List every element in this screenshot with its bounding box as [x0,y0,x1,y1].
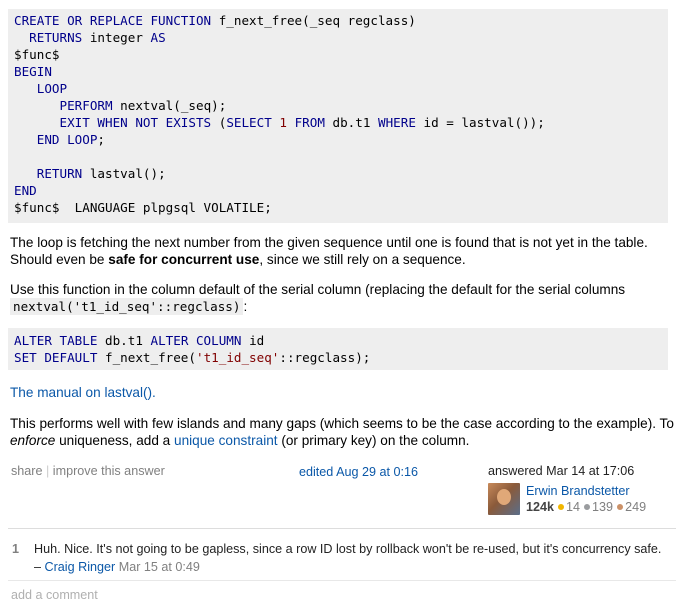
code-text: $func$ LANGUAGE plpgsql VOLATILE; [14,200,272,215]
code-text: f_next_free(_seq regclass) [211,13,416,28]
code-block-alter: ALTER TABLE db.t1 ALTER COLUMN id SET DE… [8,328,668,370]
user-name-link[interactable]: Erwin Brandstetter [526,484,630,498]
gold-badge-icon [558,504,565,511]
comment-time: Mar 15 at 0:49 [118,560,200,574]
manual-link[interactable]: The manual on lastval(). [10,385,156,400]
code-text: integer [82,30,151,45]
code-number: 1 [279,115,287,130]
code-keyword: AS [150,30,166,45]
code-text: id [241,333,265,348]
code-block-function: CREATE OR REPLACE FUNCTION f_next_free(_… [8,9,668,223]
answer-paragraph-loop: The loop is fetching the next number fro… [10,234,678,268]
code-keyword: RETURN [14,166,83,181]
bronze-badge-icon [617,504,624,511]
code-keyword: ALTER COLUMN [150,333,242,348]
para-text: (or primary key) on the column. [277,433,470,448]
code-text: nextval(_seq); [112,98,227,113]
code-text: f_next_free( [97,350,196,365]
silver-badge-icon [584,504,591,511]
comment-user-link[interactable]: Craig Ringer [45,560,116,574]
answer-paragraph-usage: Use this function in the column default … [10,281,678,315]
share-link[interactable]: share [11,464,43,478]
reputation-row: 124k 14 139 249 [526,500,646,514]
para-text: : [243,299,248,314]
code-keyword: EXIT WHEN NOT EXISTS [14,115,212,130]
reputation-score: 124k [526,500,555,514]
post-menu: share | improve this answer [11,464,165,478]
inline-code: nextval('t1_id_seq'::regclass) [10,298,244,315]
user-signature: answered Mar 14 at 17:06 Erwin Brandstet… [488,464,678,515]
code-keyword: FROM [294,115,325,130]
silver-badge-count: 139 [592,500,614,514]
answer-paragraph-performance: This performs well with few islands and … [10,415,678,449]
code-text: ; [97,132,105,147]
manual-paragraph: The manual on lastval(). [10,384,678,401]
code-text: $func$ [14,47,60,62]
menu-separator: | [46,464,50,478]
unique-constraint-link[interactable]: unique constraint [174,433,278,448]
code-text: db.t1 [97,333,151,348]
comments-divider [8,528,676,529]
para-emphasis: enforce [10,433,56,448]
comment-body: Huh. Nice. It's not going to be gapless,… [34,540,670,576]
code-keyword: SELECT [226,115,272,130]
improve-answer-link[interactable]: improve this answer [53,464,165,478]
code-text: db.t1 [324,115,379,130]
code-text: id = lastval()); [415,115,545,130]
code-keyword: SET DEFAULT [14,350,98,365]
para-bold: safe for concurrent use [108,252,260,267]
code-keyword: END [14,183,37,198]
gold-badge-count: 14 [566,500,581,514]
code-string: 't1_id_seq' [195,350,280,365]
edited-link[interactable]: edited Aug 29 at 0:16 [299,465,418,479]
comment-score: 1 [12,542,20,556]
para-text: This performs well with few islands and … [10,416,674,431]
code-text: ::regclass); [279,350,371,365]
code-keyword: BEGIN [14,64,52,79]
code-keyword: LOOP [14,81,68,96]
code-text: lastval(); [82,166,166,181]
user-avatar[interactable] [488,483,520,515]
code-text: ( [211,115,227,130]
para-text: Use this function in the column default … [10,282,626,297]
code-keyword: ALTER TABLE [14,333,98,348]
para-text: , since we still rely on a sequence. [259,252,466,267]
answered-time: answered Mar 14 at 17:06 [488,464,635,478]
code-keyword: CREATE OR REPLACE FUNCTION [14,13,212,28]
code-keyword: RETURNS [14,30,83,45]
code-keyword: PERFORM [14,98,113,113]
code-keyword: WHERE [378,115,416,130]
comments-bottom-divider [8,580,676,581]
bronze-badge-count: 249 [625,500,647,514]
code-keyword: END LOOP [14,132,98,147]
para-text: uniqueness, add a [55,433,175,448]
edited-info: edited Aug 29 at 0:16 [299,465,418,479]
add-comment-link[interactable]: add a comment [11,588,98,602]
